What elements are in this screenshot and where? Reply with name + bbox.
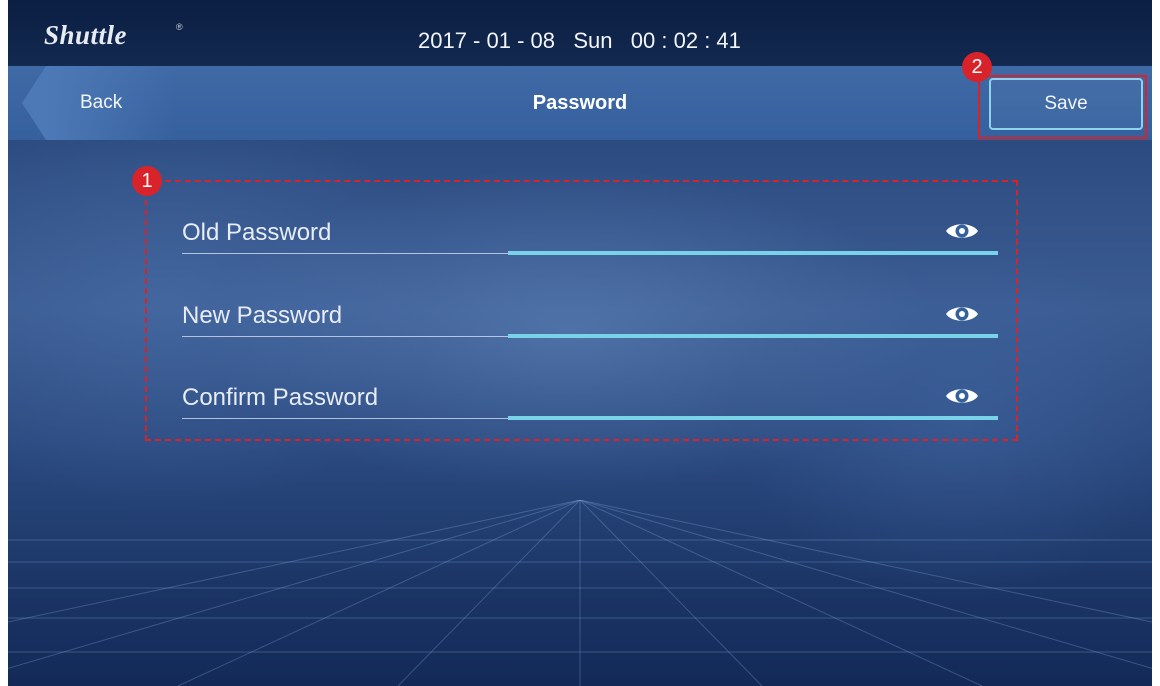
callout-badge-1: 1 — [132, 166, 162, 196]
back-arrow-icon[interactable] — [22, 66, 46, 140]
background-floor-grid — [8, 500, 1152, 686]
datetime-display: 2017 - 01 - 08 Sun 00 : 02 : 41 — [418, 28, 741, 53]
eye-icon[interactable] — [944, 302, 980, 326]
confirm-password-field: Confirm Password — [182, 370, 998, 430]
eye-icon[interactable] — [944, 219, 980, 243]
confirm-password-input[interactable] — [508, 410, 998, 420]
new-password-field: New Password — [182, 288, 998, 348]
eye-icon[interactable] — [944, 384, 980, 408]
callout-badge-2: 2 — [962, 52, 992, 82]
shuttle-logo: Shuttle — [44, 20, 128, 50]
old-password-field: Old Password — [182, 205, 998, 265]
old-password-input[interactable] — [508, 245, 998, 255]
new-password-input[interactable] — [508, 328, 998, 338]
field-underline — [182, 253, 508, 254]
new-password-label: New Password — [182, 302, 343, 329]
confirm-password-label: Confirm Password — [182, 384, 379, 411]
field-underline — [182, 336, 508, 337]
field-underline — [182, 418, 508, 419]
registered-mark: ® — [176, 22, 183, 32]
save-button[interactable]: Save — [989, 78, 1143, 130]
old-password-label: Old Password — [182, 219, 332, 246]
password-screen: Shuttle ® 2017 - 01 - 08 Sun 00 : 02 : 4… — [8, 0, 1152, 686]
back-button[interactable]: Back — [46, 66, 176, 140]
